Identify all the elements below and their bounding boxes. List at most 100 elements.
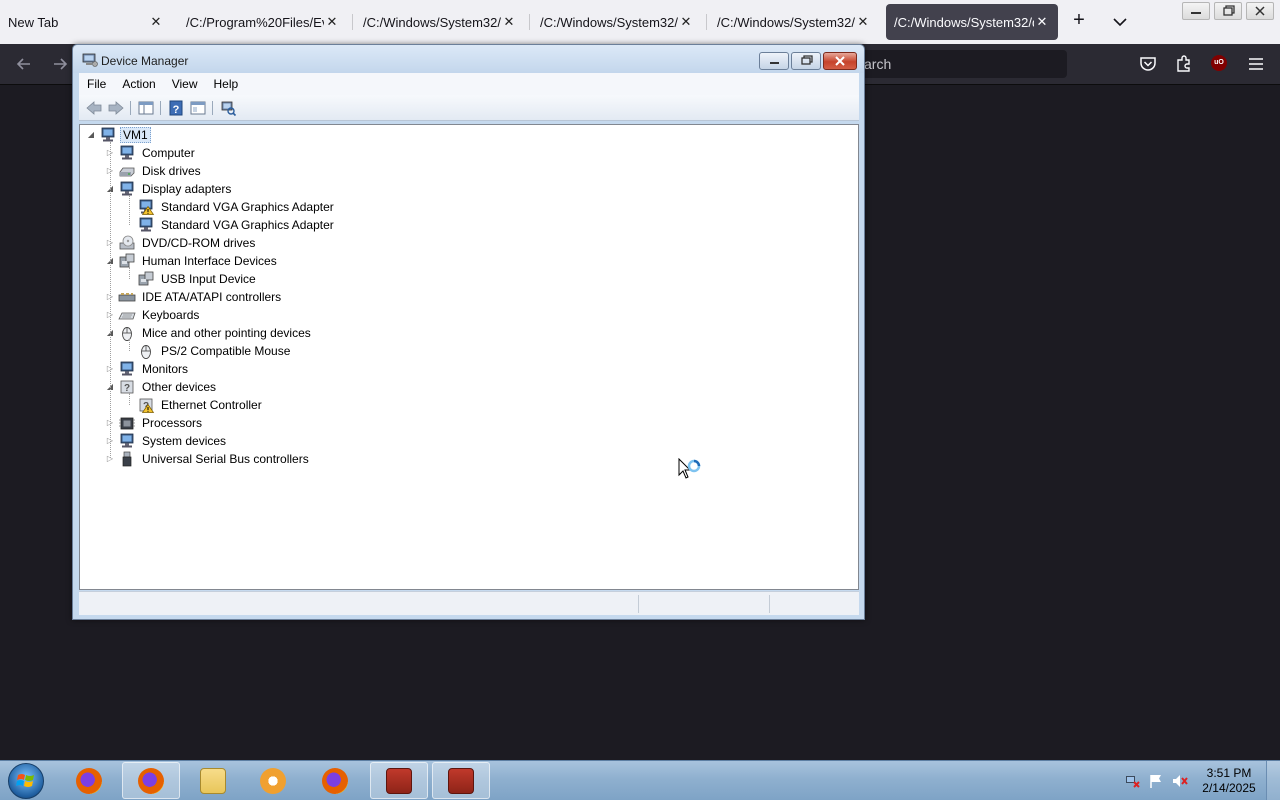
action-center-flag-icon[interactable] xyxy=(1148,773,1164,789)
tree-category[interactable]: ▷ Monitors xyxy=(105,360,191,378)
device-manager-titlebar[interactable]: Device Manager xyxy=(73,45,864,73)
taskbar-app-button[interactable] xyxy=(370,762,428,799)
menu-view[interactable]: View xyxy=(164,73,206,95)
toolbox-icon xyxy=(386,767,412,794)
tree-category[interactable]: ◢ Mice and other pointing devices xyxy=(105,324,314,342)
start-button[interactable] xyxy=(8,763,44,799)
tree-connector-line xyxy=(129,393,130,405)
system-clock[interactable]: 3:51 PM 2/14/2025 xyxy=(1196,766,1262,796)
tree-category[interactable]: ▷ IDE ATA/ATAPI controllers xyxy=(105,288,284,306)
browser-tab[interactable]: New Tab ✕ xyxy=(0,4,172,40)
new-tab-button[interactable]: + xyxy=(1068,10,1090,32)
node-icon-container xyxy=(118,415,136,431)
back-button[interactable] xyxy=(85,99,103,117)
taskbar-app-button[interactable] xyxy=(244,762,302,799)
forward-button[interactable] xyxy=(107,99,125,117)
browser-tab[interactable]: /C:/Program%20Files/Ever✕ xyxy=(178,4,348,40)
tree-device[interactable]: Standard VGA Graphics Adapter xyxy=(124,198,337,216)
expanded-triangle-icon[interactable]: ◢ xyxy=(86,130,96,140)
forward-arrow-icon xyxy=(108,101,124,115)
tree-category[interactable]: ◢ Display adapters xyxy=(105,180,234,198)
taskbar-app-button[interactable] xyxy=(60,762,118,799)
menu-action[interactable]: Action xyxy=(114,73,163,95)
window-title: Device Manager xyxy=(101,54,189,68)
tab-separator xyxy=(706,14,707,30)
menu-bar: File Action View Help xyxy=(79,73,859,95)
browser-tab[interactable]: /C:/Windows/System32/d ✕ xyxy=(532,4,702,40)
dvd-drive-icon xyxy=(119,235,135,250)
tree-device[interactable]: PS/2 Compatible Mouse xyxy=(124,342,293,360)
properties-button[interactable] xyxy=(189,99,207,117)
taskbar-app-button[interactable] xyxy=(432,762,490,799)
tab-title: /C:/Program%20Files/Ever xyxy=(186,14,324,30)
node-icon-container: ? xyxy=(137,397,155,413)
tab-close-icon[interactable]: ✕ xyxy=(148,14,164,30)
extensions-button[interactable] xyxy=(1174,54,1194,74)
restore-icon xyxy=(801,55,813,65)
volume-muted-icon[interactable] xyxy=(1172,773,1188,789)
close-button[interactable] xyxy=(823,52,857,70)
tab-close-icon[interactable]: ✕ xyxy=(678,14,694,30)
tab-close-icon[interactable]: ✕ xyxy=(501,14,517,30)
tree-category[interactable]: ▷ Universal Serial Bus controllers xyxy=(105,450,312,468)
pocket-button[interactable] xyxy=(1138,54,1158,74)
browser-minimize-button[interactable] xyxy=(1182,2,1210,20)
node-icon-container xyxy=(118,289,136,305)
tree-category[interactable]: ▷ System devices xyxy=(105,432,229,450)
tree-device[interactable]: USB Input Device xyxy=(124,270,259,288)
tab-close-icon[interactable]: ✕ xyxy=(1034,14,1050,30)
tree-device[interactable]: Standard VGA Graphics Adapter xyxy=(124,216,337,234)
tree-device[interactable]: ? Ethernet Controller xyxy=(124,396,265,414)
node-icon-container xyxy=(118,163,136,179)
status-bar xyxy=(79,591,859,615)
taskbar-app-button[interactable] xyxy=(122,762,180,799)
help-button[interactable]: ? xyxy=(167,99,185,117)
minimize-button[interactable] xyxy=(759,52,789,70)
tab-separator xyxy=(529,14,530,30)
hamburger-menu-icon xyxy=(1249,58,1263,70)
browser-tab[interactable]: /C:/Windows/System32/d ✕ xyxy=(355,4,525,40)
tree-category[interactable]: ▷ Disk drives xyxy=(105,162,204,180)
tree-category[interactable]: ▷ DVD/CD-ROM drives xyxy=(105,234,258,252)
menu-file[interactable]: File xyxy=(79,73,114,95)
browser-close-button[interactable] xyxy=(1246,2,1274,20)
back-button[interactable] xyxy=(14,54,34,74)
tab-close-icon[interactable]: ✕ xyxy=(855,14,871,30)
taskbar-app-button[interactable] xyxy=(184,762,242,799)
app-menu-button[interactable] xyxy=(1246,54,1266,74)
maximize-button[interactable] xyxy=(791,52,821,70)
list-all-tabs-button[interactable] xyxy=(1110,12,1130,32)
network-disconnected-icon[interactable] xyxy=(1124,773,1140,789)
chevron-down-icon xyxy=(1113,18,1127,27)
tree-node-label: Ethernet Controller xyxy=(161,398,262,412)
browser-restore-button[interactable] xyxy=(1214,2,1242,20)
tree-category[interactable]: ◢ Human Interface Devices xyxy=(105,252,280,270)
tree-node-label: Processors xyxy=(142,416,203,430)
ublock-origin-button[interactable]: uO xyxy=(1211,55,1227,71)
tree-category[interactable]: ◢? Other devices xyxy=(105,378,219,396)
node-icon-container xyxy=(118,145,136,161)
node-icon-container xyxy=(118,325,136,341)
puzzle-icon xyxy=(1177,55,1190,72)
forward-button[interactable] xyxy=(50,54,70,74)
tab-close-icon[interactable]: ✕ xyxy=(324,14,340,30)
taskbar-app-button[interactable] xyxy=(306,762,364,799)
status-separator xyxy=(638,595,639,613)
show-desktop-button[interactable] xyxy=(1266,761,1280,800)
tree-node-label: Computer xyxy=(142,146,195,160)
computer-icon xyxy=(101,127,115,142)
node-icon-container xyxy=(118,451,136,467)
menu-help[interactable]: Help xyxy=(206,73,247,95)
browser-tab[interactable]: /C:/Windows/System32/d ✕ xyxy=(886,4,1058,40)
tree-root-vm1[interactable]: ◢ VM1 xyxy=(86,126,151,144)
tree-category[interactable]: ▷ Keyboards xyxy=(105,306,202,324)
browser-tab[interactable]: /C:/Windows/System32/d ✕ xyxy=(709,4,879,40)
show-hide-console-tree-button[interactable] xyxy=(137,99,155,117)
media-player-icon xyxy=(260,767,286,794)
device-manager-window: Device Manager File Action View Help ? ◢… xyxy=(72,44,865,620)
scan-hardware-changes-button[interactable] xyxy=(219,99,237,117)
tree-category[interactable]: ▷ Processors xyxy=(105,414,205,432)
tree-category[interactable]: ▷ Computer xyxy=(105,144,198,162)
busy-cursor-icon xyxy=(678,458,701,479)
tree-node-label: Monitors xyxy=(142,362,189,376)
